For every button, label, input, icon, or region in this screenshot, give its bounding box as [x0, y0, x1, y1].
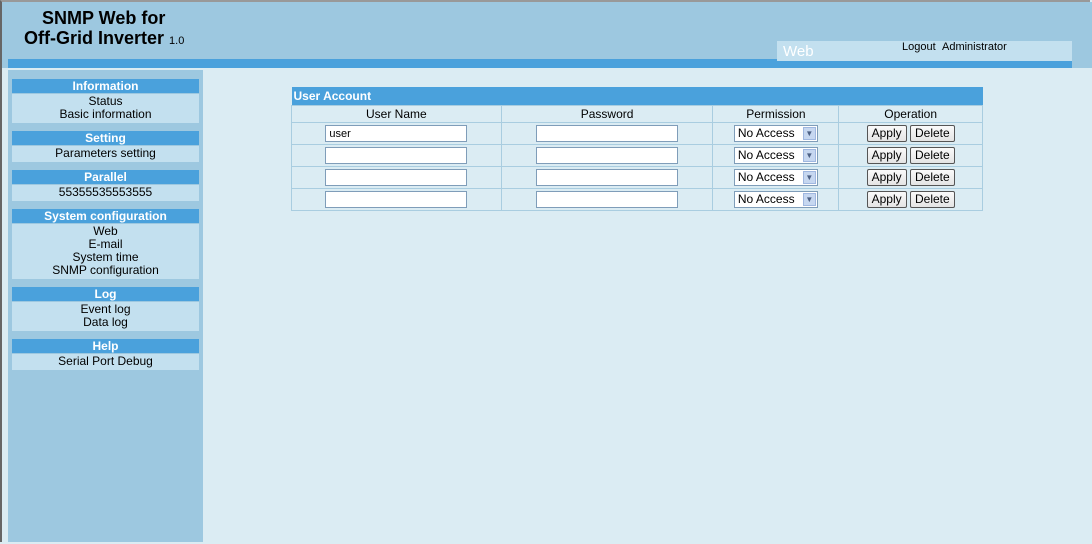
logout-link[interactable]: Logout — [902, 41, 936, 53]
sidebar-group-information: Status Basic information — [12, 94, 199, 123]
sidebar-group-setting: Parameters setting — [12, 146, 199, 162]
sidebar-section-setting: Setting — [12, 131, 199, 145]
delete-button[interactable]: Delete — [910, 169, 955, 186]
brand-title: SNMP Web for Off-Grid Inverter 1.0 — [24, 8, 184, 51]
apply-button[interactable]: Apply — [866, 125, 907, 142]
username-input[interactable] — [325, 147, 468, 164]
permission-select[interactable]: No Access ▼ — [733, 147, 818, 164]
main-content: User Account User Name Password Permissi… — [203, 70, 1090, 542]
password-input[interactable] — [536, 147, 679, 164]
table-row: No Access ▼ Apply Delete — [291, 144, 983, 167]
sidebar-section-help: Help — [12, 339, 199, 353]
sidebar-item-data-log[interactable]: Data log — [12, 316, 199, 329]
username-input[interactable]: user — [325, 125, 468, 142]
permission-value: No Access — [737, 126, 795, 140]
tab-web-label: Web — [783, 43, 814, 60]
sidebar-item-basic-information[interactable]: Basic information — [12, 108, 199, 121]
user-account-title: User Account — [291, 87, 983, 106]
permission-select[interactable]: No Access ▼ — [733, 169, 818, 186]
apply-button[interactable]: Apply — [866, 147, 907, 164]
column-header-password: Password — [500, 105, 714, 123]
sidebar-section-information: Information — [12, 79, 199, 93]
header-bar — [8, 59, 777, 68]
table-row: No Access ▼ Apply Delete — [291, 166, 983, 189]
column-header-permission: Permission — [712, 105, 840, 123]
delete-button[interactable]: Delete — [910, 125, 955, 142]
sidebar-group-system-configuration: Web E-mail System time SNMP configuratio… — [12, 224, 199, 279]
sidebar-item-parallel-id[interactable]: 55355535553555 — [12, 186, 199, 199]
sidebar-item-parameters-setting[interactable]: Parameters setting — [12, 147, 199, 160]
sidebar-section-parallel: Parallel — [12, 170, 199, 184]
username-input[interactable] — [325, 191, 468, 208]
sidebar-section-log: Log — [12, 287, 199, 301]
current-user: Administrator — [942, 41, 1007, 53]
permission-select[interactable]: No Access ▼ — [733, 191, 818, 208]
sidebar-group-help: Serial Port Debug — [12, 354, 199, 370]
table-row: No Access ▼ Apply Delete — [291, 188, 983, 211]
sidebar-group-log: Event log Data log — [12, 302, 199, 331]
chevron-down-icon[interactable]: ▼ — [802, 149, 816, 162]
brand-line1: SNMP Web for — [42, 8, 166, 28]
delete-button[interactable]: Delete — [910, 191, 955, 208]
sidebar-section-system-configuration: System configuration — [12, 209, 199, 223]
header-tab-bar — [777, 61, 1072, 68]
sidebar-group-parallel: 55355535553555 — [12, 185, 199, 201]
sidebar-item-snmp-configuration[interactable]: SNMP configuration — [12, 264, 199, 277]
user-account-table: User Account User Name Password Permissi… — [291, 87, 983, 211]
apply-button[interactable]: Apply — [866, 191, 907, 208]
chevron-down-icon[interactable]: ▼ — [802, 171, 816, 184]
sidebar: Information Status Basic information Set… — [8, 70, 203, 542]
username-input[interactable] — [325, 169, 468, 186]
permission-value: No Access — [737, 192, 795, 206]
sidebar-item-serial-port-debug[interactable]: Serial Port Debug — [12, 355, 199, 368]
chevron-down-icon[interactable]: ▼ — [802, 193, 816, 206]
chevron-down-icon[interactable]: ▼ — [802, 127, 816, 140]
permission-select[interactable]: No Access ▼ — [733, 125, 818, 142]
apply-button[interactable]: Apply — [866, 169, 907, 186]
password-input[interactable] — [536, 125, 679, 142]
column-header-operation: Operation — [838, 105, 983, 123]
table-row: user No Access ▼ Apply Delete — [291, 122, 983, 145]
brand-version: 1.0 — [169, 35, 185, 47]
password-input[interactable] — [536, 169, 679, 186]
password-input[interactable] — [536, 191, 679, 208]
delete-button[interactable]: Delete — [910, 147, 955, 164]
brand-line2: Off-Grid Inverter 1.0 — [24, 28, 184, 51]
permission-value: No Access — [737, 148, 795, 162]
column-header-username: User Name — [291, 105, 502, 123]
brand-product: Off-Grid Inverter — [24, 28, 165, 48]
permission-value: No Access — [737, 170, 795, 184]
